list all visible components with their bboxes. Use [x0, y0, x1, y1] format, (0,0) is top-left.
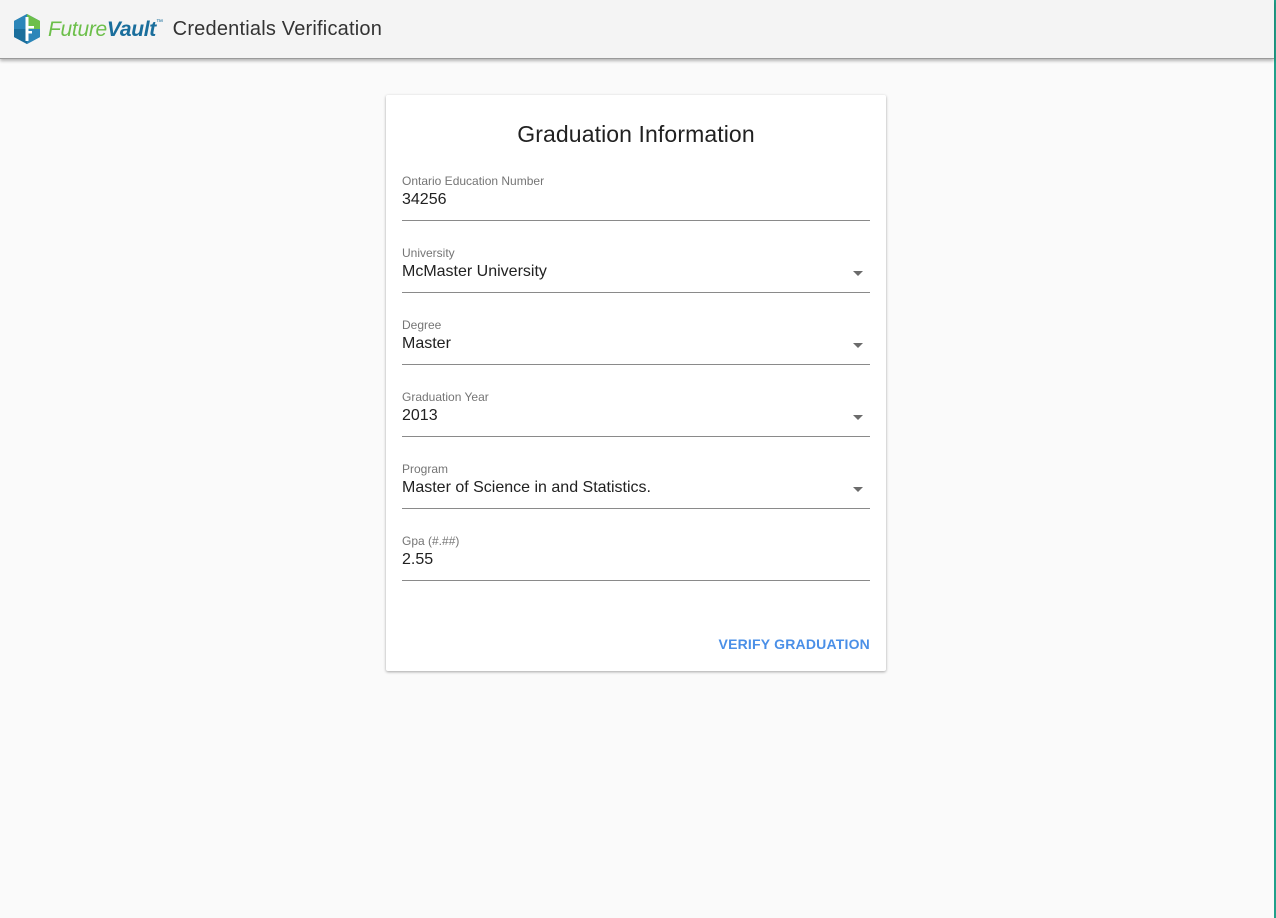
- brand-name-light: Future: [48, 17, 107, 41]
- trademark-symbol: ™: [155, 18, 163, 26]
- app-header: FutureVault™ Credentials Verification: [0, 0, 1274, 59]
- field-label: University: [402, 246, 455, 260]
- caret-down-icon[interactable]: [853, 487, 863, 492]
- caret-down-icon[interactable]: [853, 343, 863, 348]
- select-value: McMaster University: [402, 263, 547, 280]
- select-value: Master: [402, 335, 451, 352]
- graduation-year-select[interactable]: Graduation Year 2013: [402, 390, 870, 437]
- field-label: Degree: [402, 318, 442, 332]
- university-select[interactable]: University McMaster University: [402, 246, 870, 293]
- field-label: Ontario Education Number: [402, 174, 545, 188]
- gpa-field[interactable]: Gpa (#.##): [402, 534, 870, 581]
- gpa-input[interactable]: [402, 551, 842, 569]
- verify-graduation-button[interactable]: VERIFY GRADUATION: [719, 633, 870, 655]
- app-title: Credentials Verification: [172, 17, 383, 40]
- brand-wordmark: FutureVault™: [48, 19, 163, 40]
- brand-name-bold: Vault: [106, 17, 156, 41]
- education-number-input[interactable]: [402, 191, 842, 209]
- form-title: Graduation Information: [517, 121, 755, 147]
- field-label: Program: [402, 462, 449, 476]
- select-value: Master of Science in and Statistics.: [402, 479, 651, 496]
- graduation-form-card: Graduation Information Ontario Education…: [386, 95, 886, 671]
- field-label: Graduation Year: [402, 390, 489, 404]
- education-number-field[interactable]: Ontario Education Number: [402, 174, 870, 221]
- brand-logo[interactable]: FutureVault™: [12, 13, 163, 45]
- select-value: 2013: [402, 407, 438, 424]
- caret-down-icon[interactable]: [853, 415, 863, 420]
- field-label: Gpa (#.##): [402, 534, 460, 548]
- caret-down-icon[interactable]: [853, 271, 863, 276]
- program-select[interactable]: Program Master of Science in and Statist…: [402, 462, 870, 509]
- degree-select[interactable]: Degree Master: [402, 318, 870, 365]
- futurevault-logo-icon: [14, 14, 40, 44]
